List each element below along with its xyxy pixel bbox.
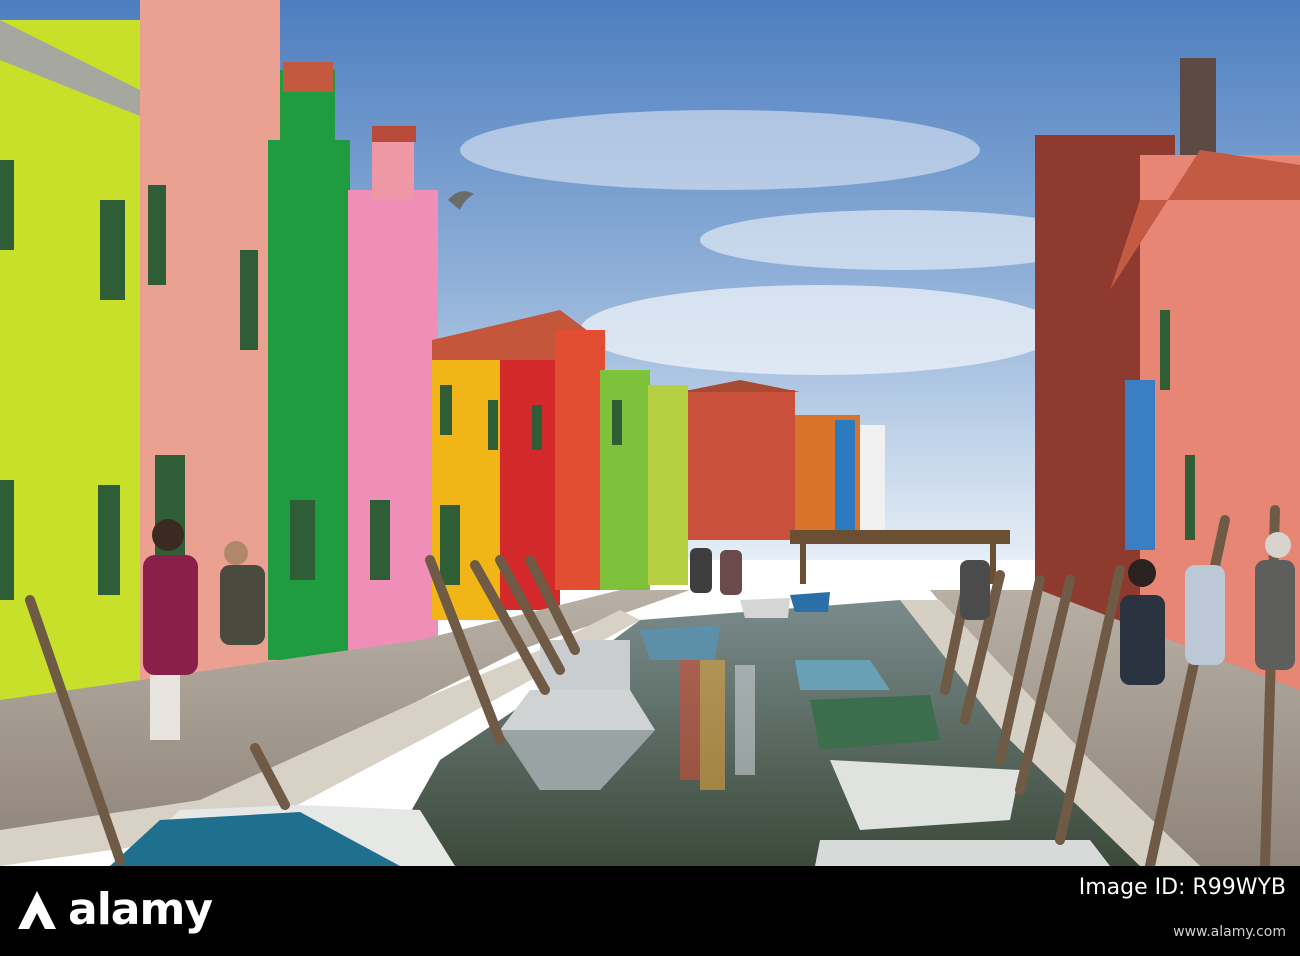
- cloud: [460, 110, 980, 190]
- building-far-red: [685, 390, 795, 540]
- cloud: [580, 285, 1060, 375]
- canal-photo: [0, 0, 1300, 866]
- house-green: [268, 140, 350, 660]
- house-green-2: [600, 370, 650, 590]
- house-lime: [648, 385, 688, 585]
- image-id: Image ID: R99WYB: [1079, 874, 1286, 902]
- website-url: www.alamy.com: [1173, 924, 1286, 940]
- footbridge: [790, 530, 1010, 544]
- house-pink: [348, 190, 438, 650]
- alamy-logo-icon: [14, 887, 60, 933]
- image-id-value: Image ID: R99WYB: [1078, 875, 1286, 900]
- house-red-2: [555, 330, 605, 590]
- brand-name: alamy: [68, 884, 213, 935]
- house-yellow-green: [0, 20, 140, 730]
- brand-logo: alamy: [14, 884, 213, 936]
- watermark-footer: alamy Image ID: R99WYB www.alamy.com: [0, 866, 1300, 956]
- house-blue-right: [1125, 380, 1155, 550]
